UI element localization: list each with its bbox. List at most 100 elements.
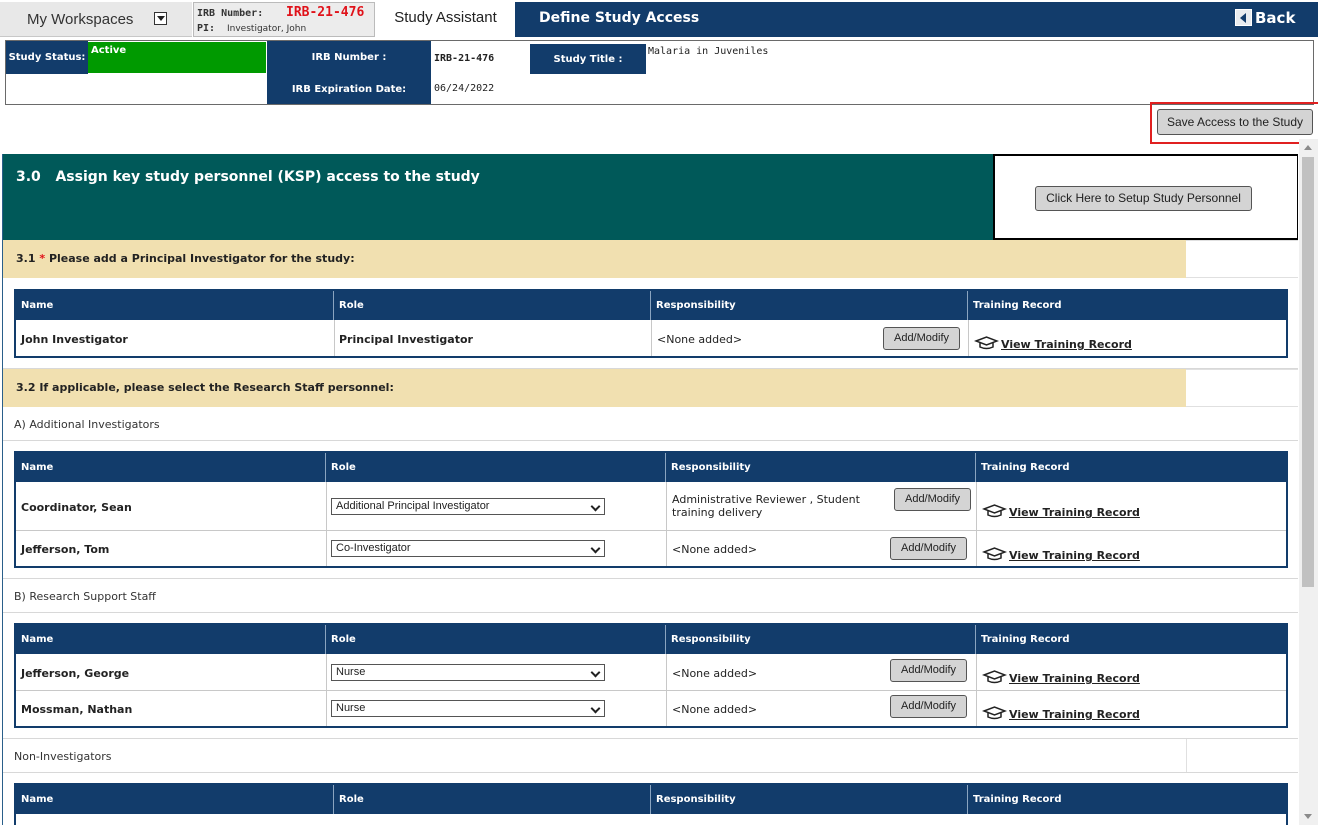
pi-view-training-link[interactable]: View Training Record bbox=[974, 336, 1132, 351]
section-pi-title: Please add a Principal Investigator for … bbox=[48, 252, 355, 265]
pi-label: PI: bbox=[197, 23, 216, 34]
graduation-cap-icon bbox=[982, 706, 1007, 720]
scroll-down-icon[interactable] bbox=[1304, 814, 1312, 819]
col-role: Role bbox=[334, 291, 651, 320]
pi-add-modify-button[interactable]: Add/Modify bbox=[883, 327, 960, 350]
back-label: Back bbox=[1255, 9, 1296, 27]
col-training: Training Record bbox=[968, 291, 1286, 320]
role-select[interactable]: Nurse bbox=[331, 664, 605, 681]
graduation-cap-icon bbox=[982, 547, 1007, 561]
vertical-scrollbar[interactable] bbox=[1299, 139, 1318, 825]
study-title-label: Study Title : bbox=[530, 44, 646, 74]
irb-number-label: IRB Number: bbox=[197, 8, 264, 19]
section-pi-number: 3.1 bbox=[16, 252, 36, 265]
col-training: Training Record bbox=[976, 625, 1286, 654]
view-training-link[interactable]: View Training Record bbox=[982, 706, 1140, 721]
add-modify-button[interactable]: Add/Modify bbox=[890, 695, 967, 718]
additional-investigators-table: Name Role Responsibility Training Record… bbox=[14, 451, 1288, 568]
research-support-label: B) Research Support Staff bbox=[14, 590, 156, 603]
row-responsibility: <None added> bbox=[672, 543, 758, 556]
study-title-value: Malaria in Juveniles bbox=[648, 46, 769, 57]
view-training-link[interactable]: View Training Record bbox=[982, 547, 1140, 562]
status-badge: Active bbox=[88, 42, 266, 73]
view-training-label: View Training Record bbox=[1001, 338, 1132, 351]
back-button[interactable]: Back bbox=[1235, 9, 1295, 27]
tab-study-assistant[interactable]: Study Assistant bbox=[377, 2, 514, 37]
workspaces-menu[interactable]: My Workspaces bbox=[0, 2, 192, 37]
non-investigators-label: Non-Investigators bbox=[14, 750, 112, 763]
view-training-link[interactable]: View Training Record bbox=[982, 504, 1140, 519]
additional-investigators-label: A) Additional Investigators bbox=[14, 418, 160, 431]
pi-table: Name Role Responsibility Training Record… bbox=[14, 289, 1288, 358]
col-role: Role bbox=[334, 785, 651, 814]
irb-number-value: IRB-21-476 bbox=[286, 5, 365, 20]
col-name: Name bbox=[16, 785, 334, 814]
col-name: Name bbox=[16, 453, 326, 482]
view-training-label: View Training Record bbox=[1009, 708, 1140, 721]
pi-name: John Investigator bbox=[21, 333, 128, 346]
role-select[interactable]: Co-Investigator bbox=[331, 540, 605, 557]
row-name: Mossman, Nathan bbox=[21, 703, 133, 716]
workspaces-label: My Workspaces bbox=[27, 11, 134, 28]
col-name: Name bbox=[16, 291, 334, 320]
main-panel: 3.0 Assign key study personnel (KSP) acc… bbox=[2, 154, 1298, 825]
role-select[interactable]: Nurse bbox=[331, 700, 605, 717]
col-responsibility: Responsibility bbox=[666, 453, 976, 482]
col-responsibility: Responsibility bbox=[651, 785, 968, 814]
row-name: Coordinator, Sean bbox=[21, 501, 132, 514]
non-investigators-table: Name Role Responsibility Training Record bbox=[14, 783, 1288, 825]
view-training-label: View Training Record bbox=[1009, 506, 1140, 519]
save-access-button[interactable]: Save Access to the Study bbox=[1157, 109, 1313, 135]
required-mark: * bbox=[39, 252, 46, 265]
view-training-link[interactable]: View Training Record bbox=[982, 670, 1140, 685]
irb-expiration-value: 06/24/2022 bbox=[434, 83, 495, 94]
scroll-up-icon[interactable] bbox=[1304, 145, 1312, 150]
ksp-title-text: Assign key study personnel (KSP) access … bbox=[55, 169, 480, 185]
page-title: Define Study Access bbox=[539, 10, 700, 26]
row-name: Jefferson, George bbox=[21, 667, 130, 680]
irb-number-label-2: IRB Number : bbox=[267, 41, 431, 74]
section-pi-header-spacer bbox=[1186, 240, 1298, 278]
col-name: Name bbox=[16, 625, 326, 654]
pi-responsibility: <None added> bbox=[657, 333, 743, 346]
section-staff-header: 3.2 If applicable, please select the Res… bbox=[3, 369, 1186, 407]
pi-role: Principal Investigator bbox=[339, 333, 473, 346]
add-modify-button[interactable]: Add/Modify bbox=[890, 537, 967, 560]
ksp-number: 3.0 bbox=[16, 169, 41, 185]
row-responsibility: <None added> bbox=[672, 703, 758, 716]
irb-number-value-2: IRB-21-476 bbox=[434, 53, 495, 64]
top-bar: My Workspaces IRB Number: IRB-21-476 PI:… bbox=[0, 0, 1318, 38]
graduation-cap-icon bbox=[982, 504, 1007, 518]
ksp-title: 3.0 Assign key study personnel (KSP) acc… bbox=[16, 169, 480, 185]
add-modify-button[interactable]: Add/Modify bbox=[890, 659, 967, 682]
scrollbar-thumb[interactable] bbox=[1302, 157, 1314, 587]
role-select[interactable]: Additional Principal Investigator bbox=[331, 498, 605, 515]
col-role: Role bbox=[326, 453, 666, 482]
irb-expiration-label: IRB Expiration Date: bbox=[267, 74, 431, 104]
section-pi-header: 3.1 * Please add a Principal Investigato… bbox=[3, 240, 1186, 278]
study-status-label: Study Status: bbox=[6, 41, 88, 74]
irb-info-box: IRB Number: IRB-21-476 PI: Investigator,… bbox=[193, 2, 375, 37]
view-training-label: View Training Record bbox=[1009, 549, 1140, 562]
chevron-down-icon[interactable] bbox=[154, 12, 167, 25]
graduation-cap-icon bbox=[974, 336, 999, 350]
graduation-cap-icon bbox=[982, 670, 1007, 684]
study-status-panel: Study Status: Active IRB Number : IRB-21… bbox=[5, 40, 1314, 105]
section-staff-header-spacer bbox=[1186, 369, 1298, 407]
page-header: Define Study Access Back bbox=[515, 2, 1318, 37]
row-responsibility: Administrative Reviewer , Student traini… bbox=[672, 493, 860, 519]
add-modify-button[interactable]: Add/Modify bbox=[894, 488, 971, 511]
back-arrow-icon bbox=[1235, 9, 1252, 26]
setup-personnel-button[interactable]: Click Here to Setup Study Personnel bbox=[1035, 186, 1252, 211]
research-support-table: Name Role Responsibility Training Record… bbox=[14, 623, 1288, 728]
row-name: Jefferson, Tom bbox=[21, 543, 110, 556]
row-responsibility: <None added> bbox=[672, 667, 758, 680]
col-training: Training Record bbox=[968, 785, 1286, 814]
col-responsibility: Responsibility bbox=[666, 625, 976, 654]
ksp-header: 3.0 Assign key study personnel (KSP) acc… bbox=[3, 154, 994, 240]
col-responsibility: Responsibility bbox=[651, 291, 968, 320]
view-training-label: View Training Record bbox=[1009, 672, 1140, 685]
col-training: Training Record bbox=[976, 453, 1286, 482]
setup-box: Click Here to Setup Study Personnel bbox=[993, 154, 1298, 240]
pi-value: Investigator, John bbox=[227, 24, 307, 34]
